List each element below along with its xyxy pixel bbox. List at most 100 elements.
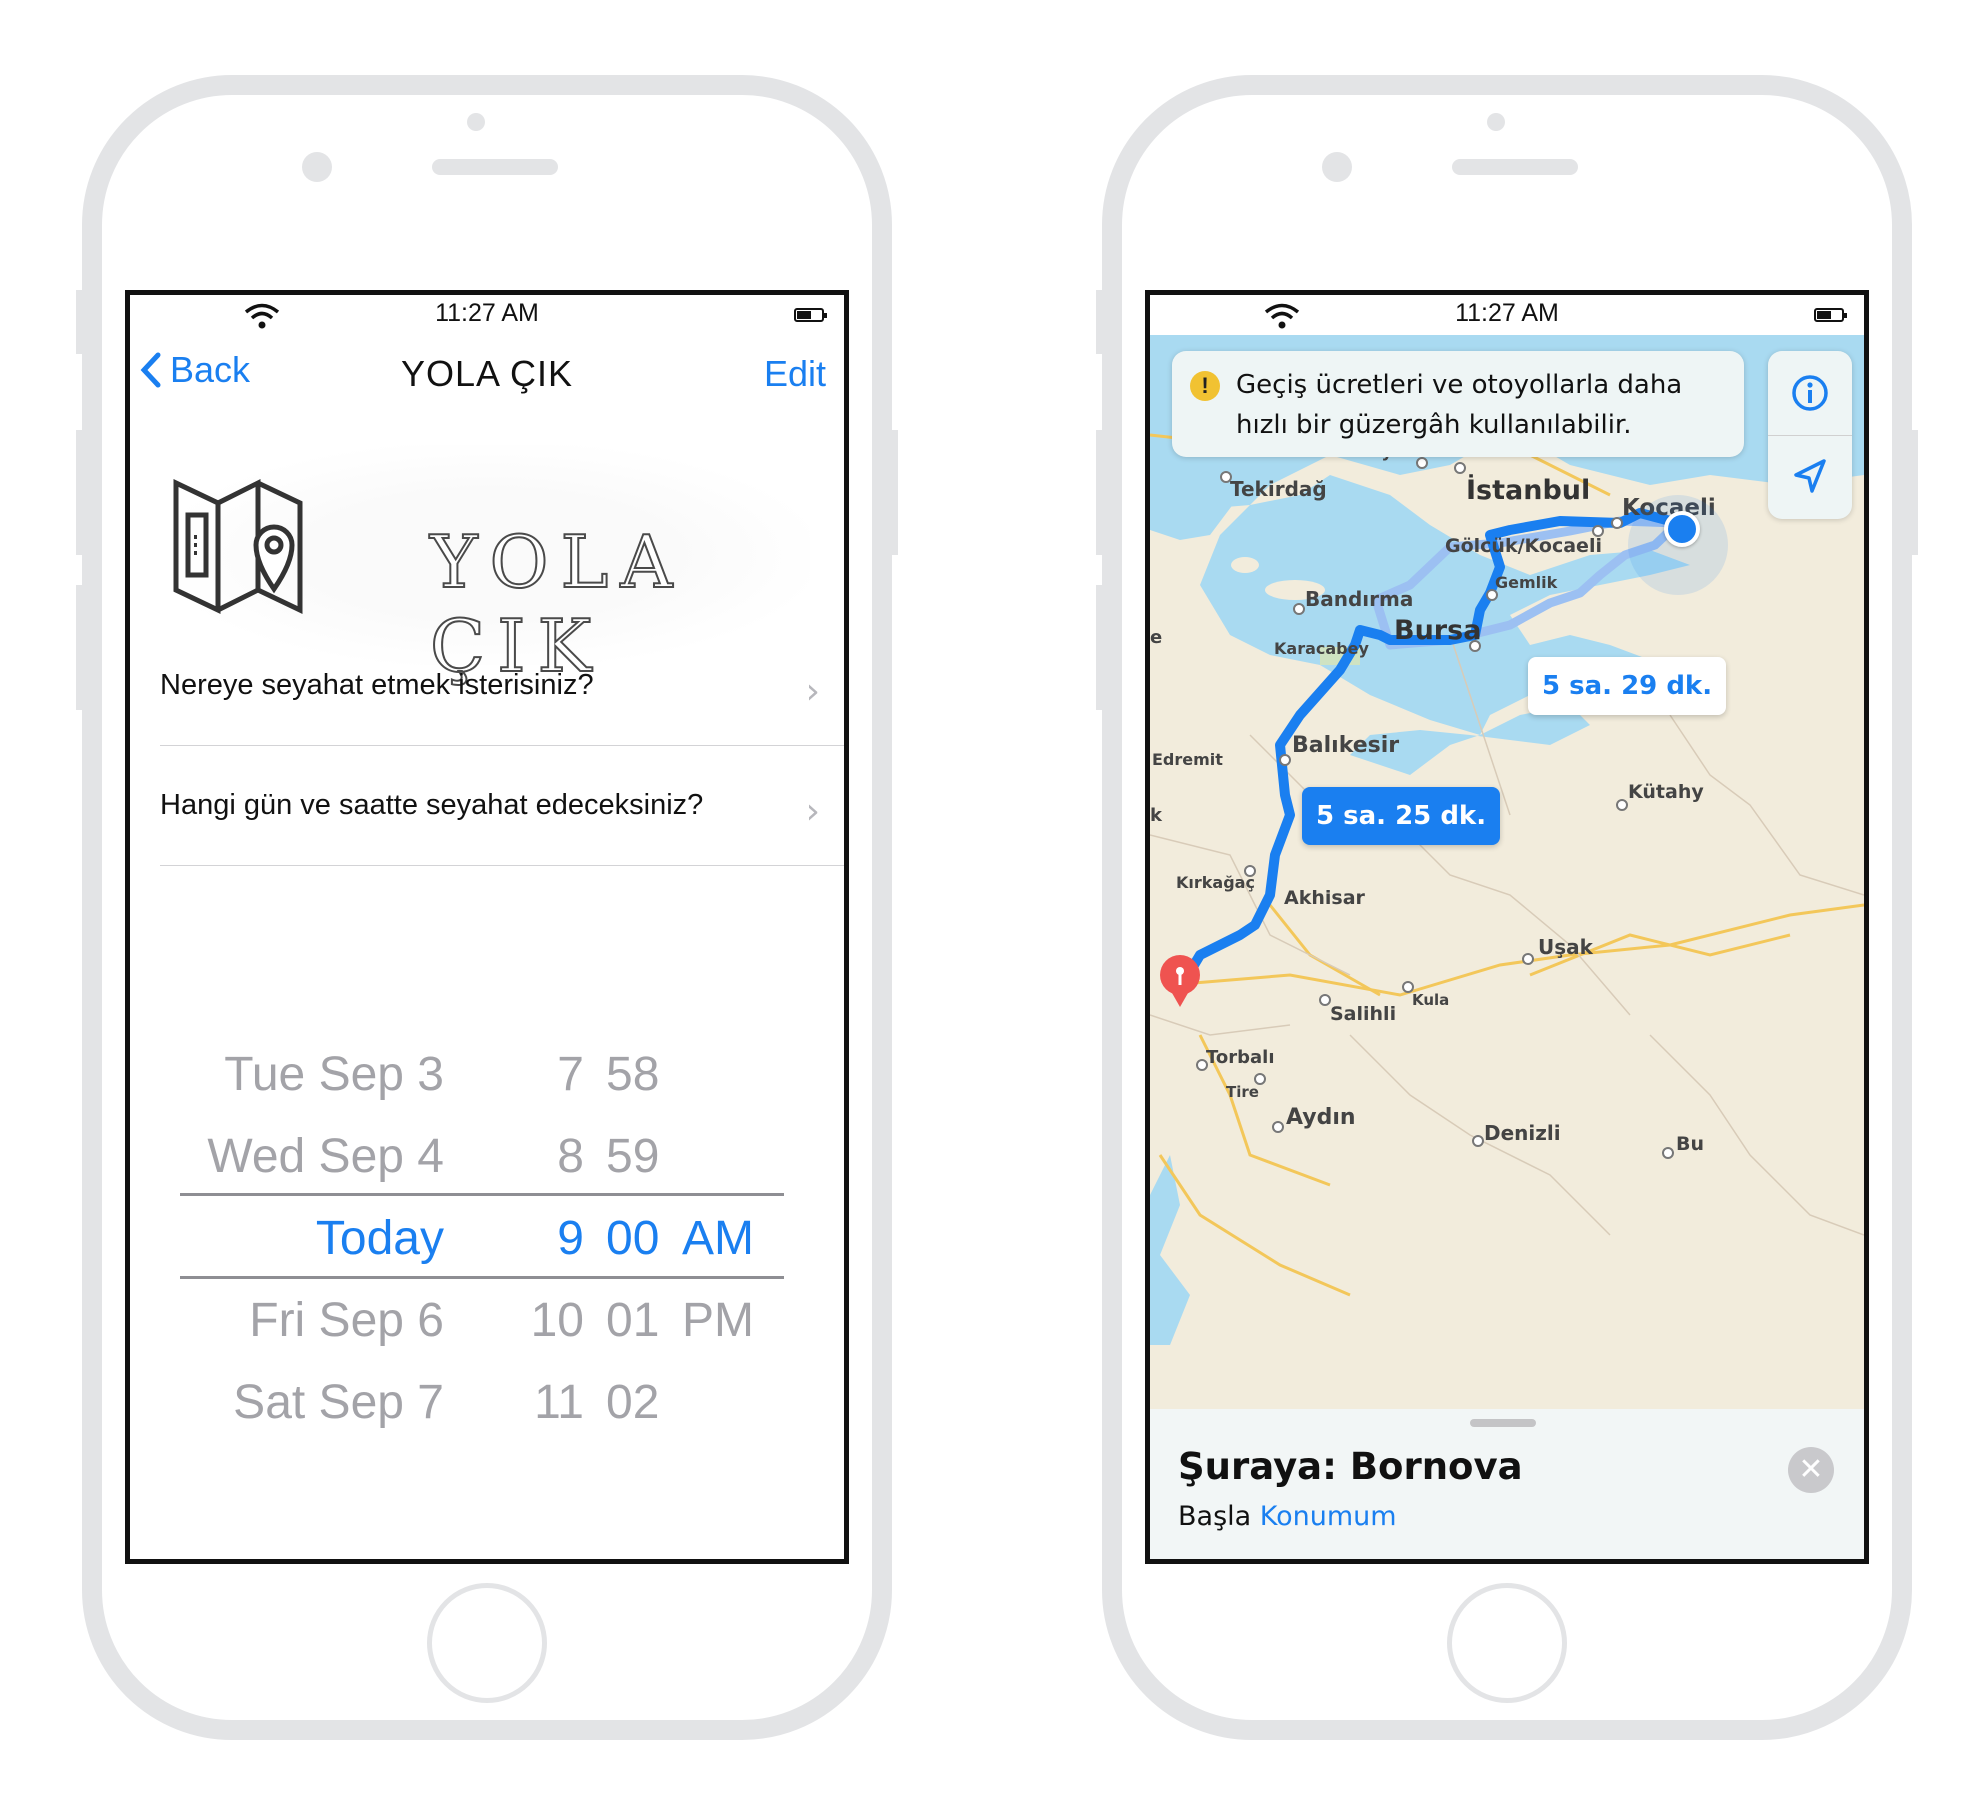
place-label: Gemlik: [1495, 573, 1558, 592]
place-label: Tekirdağ: [1230, 477, 1327, 501]
picker-hour: 9: [557, 1212, 584, 1265]
chevron-right-icon: ›: [805, 791, 820, 832]
place-label: Tire: [1226, 1083, 1259, 1101]
picker-minute: 00: [606, 1212, 660, 1265]
picker-selection-top-line: [180, 1193, 784, 1196]
earpiece-speaker: [432, 159, 558, 175]
start-location-link[interactable]: Konumum: [1260, 1501, 1397, 1532]
destination-row-label: Nereye seyahat etmek isterisiniz?: [160, 669, 594, 701]
route-advisory-banner[interactable]: ! Geçiş ücretleri ve otoyollarla daha hı…: [1172, 351, 1744, 457]
page-title: YOLA ÇIK: [400, 353, 574, 394]
map-view[interactable]: Esenyurt Tekirdağ İstanbul Kocaeli Gölcü…: [1150, 335, 1864, 1409]
directions-sheet[interactable]: Şuraya: Bornova Başla Konumum ✕: [1150, 1409, 1864, 1559]
start-line: Başla Konumum: [1178, 1501, 1397, 1532]
picker-row[interactable]: Fri Sep 6 10 01 PM: [180, 1281, 780, 1363]
volume-up-button: [1096, 430, 1104, 555]
picker-minute: 02: [606, 1376, 660, 1429]
home-button[interactable]: [427, 1583, 547, 1703]
route-time-bubble-alternative[interactable]: 5 sa. 29 dk.: [1528, 657, 1727, 715]
phone-frame-left: 11:27 AM Back YOLA ÇIK Edit YOLA ÇIK Ner…: [82, 75, 892, 1740]
picker-hour: 7: [557, 1048, 584, 1101]
navigation-bar: Back YOLA ÇIK Edit: [130, 335, 844, 411]
chevron-right-icon: ›: [805, 671, 820, 712]
place-label: Kula: [1412, 991, 1450, 1009]
picker-minute: 01: [606, 1294, 660, 1347]
picker-hour: 10: [530, 1294, 584, 1347]
info-icon: [1792, 375, 1828, 411]
picker-day: Today: [315, 1212, 444, 1265]
picker-day: Fri Sep 6: [249, 1294, 444, 1347]
mute-switch: [1096, 290, 1104, 354]
route-time-bubble-selected[interactable]: 5 sa. 25 dk.: [1302, 787, 1501, 845]
picker-ampm: PM: [682, 1294, 754, 1347]
front-camera: [1322, 152, 1352, 182]
place-label: Gölcük/Kocaeli: [1445, 535, 1602, 557]
date-time-row[interactable]: Hangi gün ve saatte seyahat edeceksiniz?…: [160, 745, 844, 866]
place-label: İstanbul: [1466, 475, 1591, 506]
picker-row[interactable]: Sat Sep 7 11 02: [180, 1363, 780, 1445]
picker-hour: 8: [557, 1130, 584, 1183]
place-label: Kırkağaç: [1176, 873, 1255, 892]
place-label: k: [1150, 805, 1162, 826]
picker-row[interactable]: Wed Sep 4 8 59: [180, 1117, 780, 1199]
locate-button[interactable]: [1768, 435, 1852, 519]
destination-title: Şuraya: Bornova: [1178, 1445, 1523, 1488]
picker-ampm: AM: [682, 1212, 754, 1265]
power-button: [890, 430, 898, 555]
picker-day: Sat Sep 7: [233, 1376, 444, 1429]
info-button[interactable]: [1768, 351, 1852, 435]
front-camera: [302, 152, 332, 182]
folded-map-pin-icon: [173, 478, 303, 614]
picker-row-selected[interactable]: Today 9 00 AM: [180, 1199, 780, 1281]
phone-frame-right: 11:27 AM Tekirdağ İstanbul Kocaeli Gölcü…: [1102, 75, 1912, 1740]
place-label: e: [1150, 627, 1163, 648]
place-label: Balıkesir: [1292, 733, 1400, 758]
status-bar: 11:27 AM: [130, 295, 844, 335]
right-screen: 11:27 AM Tekirdağ İstanbul Kocaeli Gölcü…: [1145, 290, 1869, 1564]
route-advisory-text: Geçiş ücretleri ve otoyollarla daha hızl…: [1236, 370, 1683, 440]
picker-day: Tue Sep 3: [224, 1048, 444, 1101]
place-label: Bu: [1676, 1133, 1705, 1155]
place-label: Karacabey: [1274, 639, 1369, 658]
volume-down-button: [76, 585, 84, 710]
picker-minute: 59: [606, 1130, 660, 1183]
date-time-row-label: Hangi gün ve saatte seyahat edeceksiniz?: [160, 789, 704, 821]
status-time: 11:27 AM: [435, 299, 539, 327]
picker-selection-bottom-line: [180, 1276, 784, 1279]
place-label: Salihli: [1330, 1003, 1397, 1025]
start-label: Başla: [1178, 1501, 1252, 1532]
picker-minute: 58: [606, 1048, 660, 1101]
edit-button[interactable]: Edit: [764, 353, 826, 395]
picker-row[interactable]: Tue Sep 3 7 58: [180, 1035, 780, 1117]
picker-hour: 11: [534, 1376, 584, 1429]
date-time-picker[interactable]: Tue Sep 3 7 58 Wed Sep 4 8 59 Today 9 00…: [180, 1035, 784, 1429]
left-screen: 11:27 AM Back YOLA ÇIK Edit YOLA ÇIK Ner…: [125, 290, 849, 1564]
earpiece-speaker: [1452, 159, 1578, 175]
mute-switch: [76, 290, 84, 354]
status-bar: 11:27 AM: [1150, 295, 1864, 335]
home-button[interactable]: [1447, 1583, 1567, 1703]
sheet-grabber[interactable]: [1470, 1419, 1536, 1427]
place-label: Torbalı: [1206, 1047, 1275, 1068]
proximity-sensor: [467, 113, 485, 131]
close-icon[interactable]: ✕: [1788, 1447, 1834, 1493]
destination-pin-icon[interactable]: [1158, 953, 1202, 1009]
place-label: Kütahy: [1628, 781, 1704, 803]
place-label: Bursa: [1394, 615, 1482, 646]
place-label: Denizli: [1484, 1121, 1561, 1145]
battery-icon: [794, 308, 827, 322]
map-controls: [1768, 351, 1852, 519]
warning-icon: !: [1190, 371, 1220, 401]
volume-up-button: [76, 430, 84, 555]
location-arrow-icon: [1794, 459, 1826, 493]
place-label: Edremit: [1152, 750, 1223, 769]
picker-day: Wed Sep 4: [207, 1130, 444, 1183]
power-button: [1910, 430, 1918, 555]
status-time: 11:27 AM: [1455, 299, 1559, 327]
proximity-sensor: [1487, 113, 1505, 131]
battery-icon: [1814, 308, 1847, 322]
current-location-dot[interactable]: [1664, 511, 1700, 547]
place-label: Bandırma: [1305, 587, 1414, 611]
place-label: Uşak: [1538, 935, 1593, 959]
destination-row[interactable]: Nereye seyahat etmek isterisiniz? ›: [160, 625, 844, 746]
